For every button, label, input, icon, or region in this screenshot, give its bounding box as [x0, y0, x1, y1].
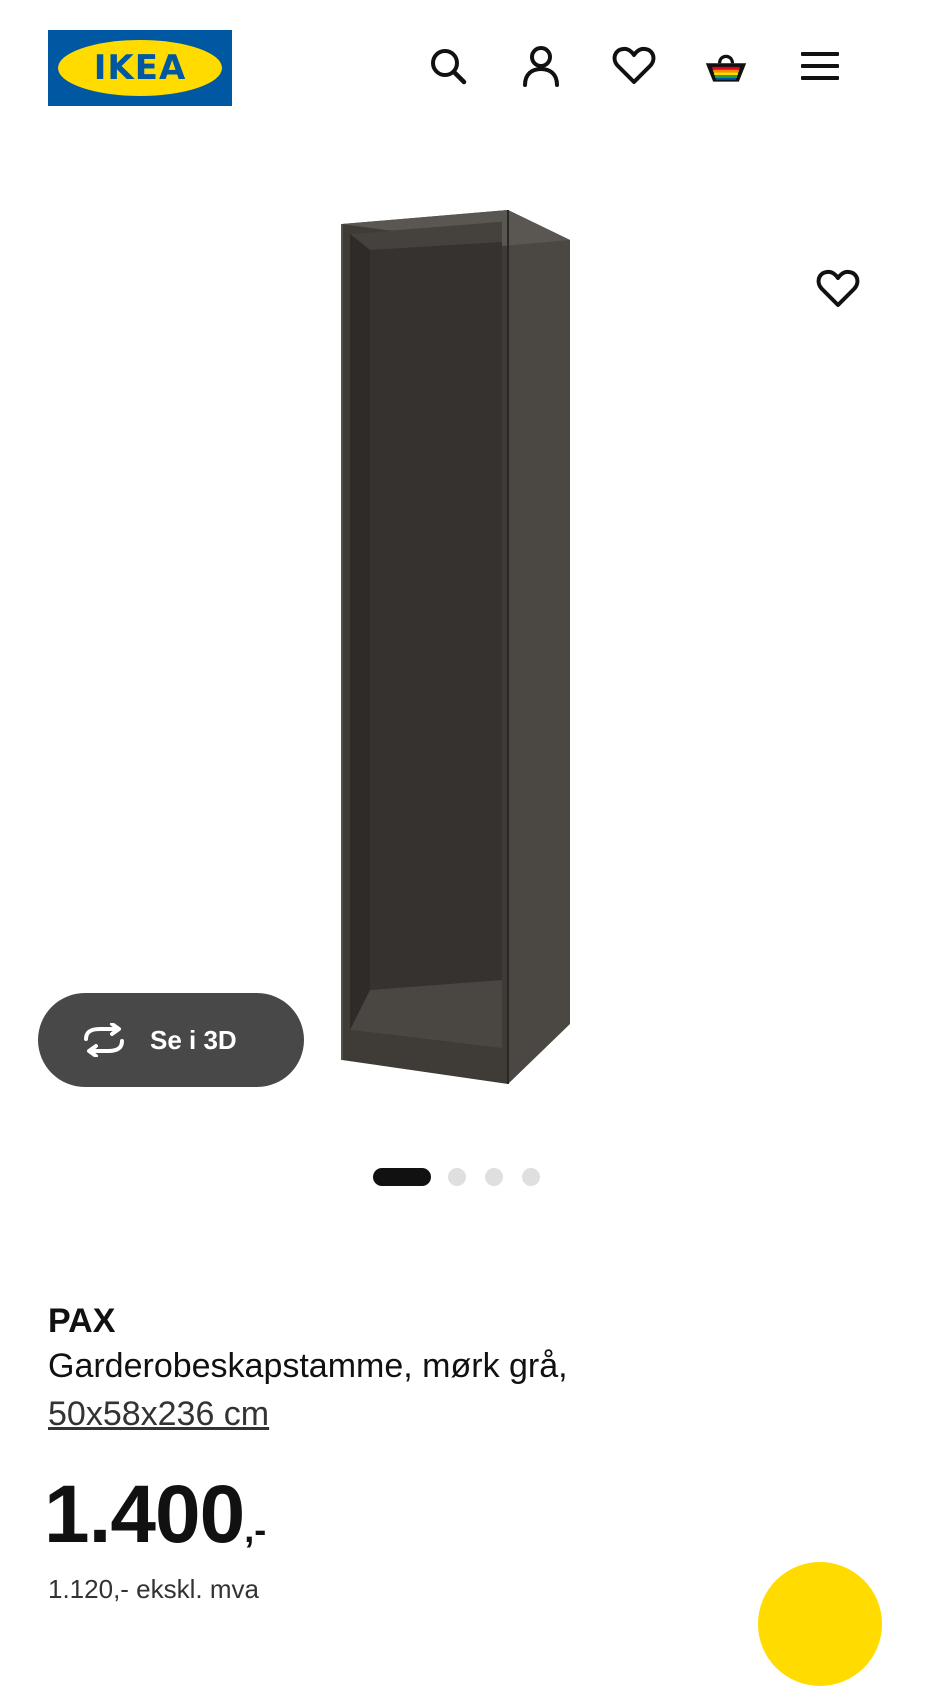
- product-description: Garderobeskapstamme, mørk grå,: [48, 1347, 568, 1385]
- view-in-3d-label: Se i 3D: [150, 1024, 237, 1055]
- search-icon[interactable]: [426, 44, 470, 88]
- product-dimensions-link[interactable]: 50x58x236 cm: [48, 1390, 898, 1438]
- product-image-wardrobe-frame[interactable]: [330, 200, 590, 1100]
- menu-icon[interactable]: [798, 44, 842, 88]
- carousel-dot-1-active[interactable]: [373, 1168, 431, 1186]
- ikea-logo[interactable]: IKEA: [48, 30, 232, 106]
- carousel-dot-3[interactable]: [485, 1168, 503, 1186]
- logo-oval: IKEA: [58, 40, 222, 96]
- product-gallery[interactable]: Se i 3D: [0, 140, 932, 1130]
- view-in-3d-button[interactable]: Se i 3D: [38, 993, 304, 1087]
- carousel-dot-2[interactable]: [448, 1168, 466, 1186]
- rotate-3d-icon: [84, 1023, 124, 1057]
- price-suffix: ,-: [244, 1509, 267, 1550]
- logo-text: IKEA: [93, 48, 187, 88]
- price-excluding-vat: 1.120,- ekskl. mva: [48, 1574, 259, 1604]
- price-value: 1.400: [44, 1469, 245, 1560]
- floating-action-button[interactable]: [758, 1562, 882, 1686]
- carousel-dot-4[interactable]: [522, 1168, 540, 1186]
- heart-icon[interactable]: [612, 44, 656, 88]
- user-icon[interactable]: [519, 44, 563, 88]
- product-name: PAX: [48, 1302, 116, 1340]
- top-header: IKEA: [0, 0, 932, 140]
- carousel-indicator: [0, 1165, 932, 1189]
- product-info: PAX Garderobeskapstamme, mørk grå, 50x58…: [48, 1300, 898, 1438]
- add-to-favourites-button[interactable]: [814, 265, 862, 313]
- product-price: 1.400 ,-: [44, 1470, 266, 1560]
- heart-icon: [816, 269, 860, 307]
- basket-icon[interactable]: [704, 44, 748, 88]
